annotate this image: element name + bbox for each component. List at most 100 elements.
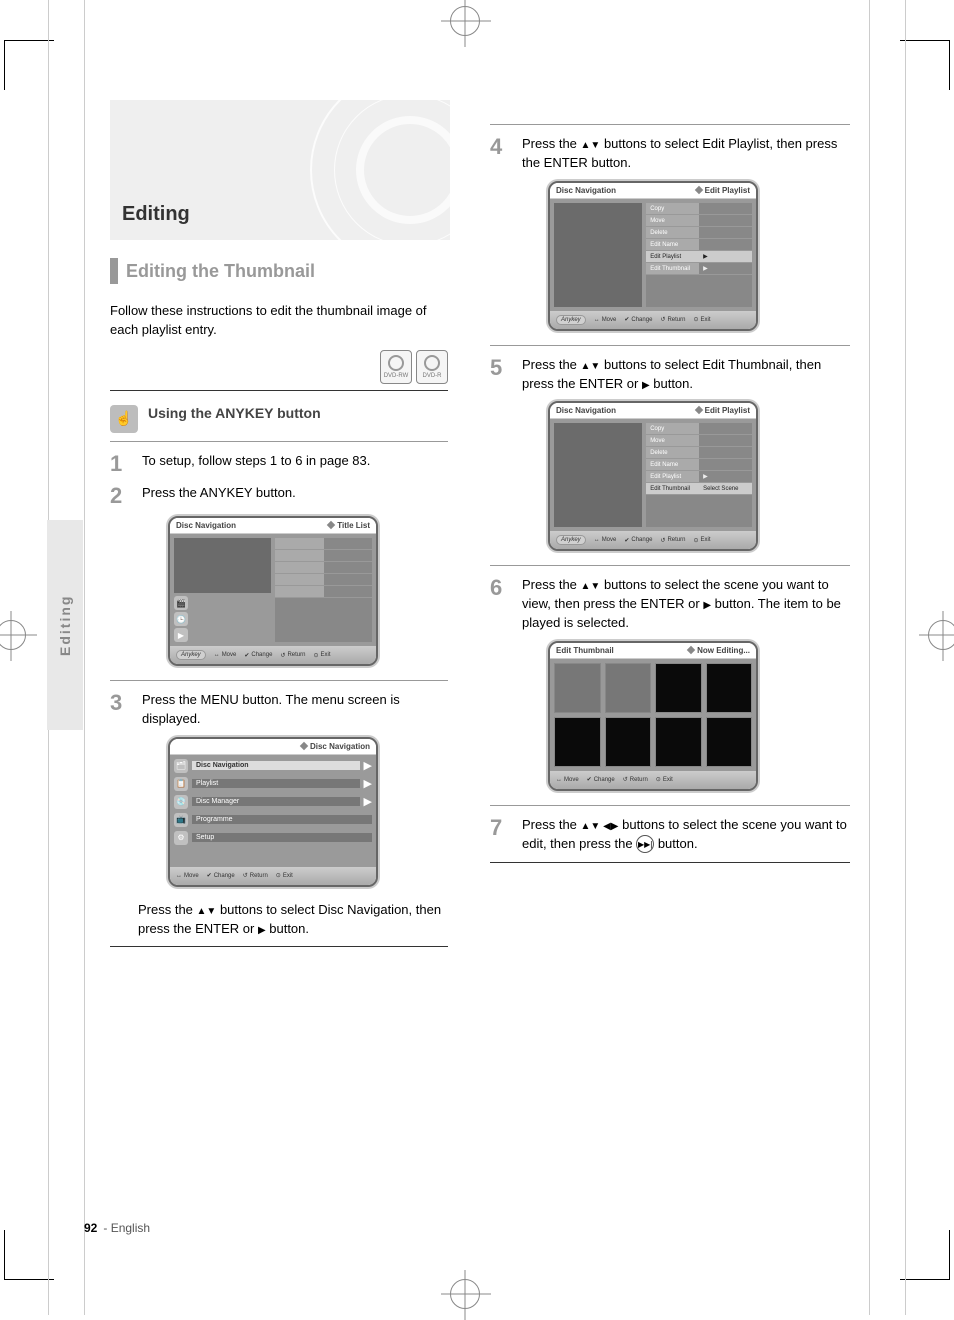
up-down-icon: ▲▼ [197, 906, 217, 917]
diamond-icon [327, 521, 335, 529]
step-number: 5 [490, 356, 512, 394]
scene-cell [655, 717, 702, 767]
up-down-icon: ▲▼ [581, 140, 601, 151]
step-text: Press the ▲▼ buttons to select the scene… [522, 576, 850, 633]
guide-line [84, 0, 85, 1315]
hand-touch-icon: ☝ [110, 405, 138, 433]
clip-icon: 🎬 [174, 596, 188, 610]
scene-cell [554, 717, 601, 767]
screenshot-scene-grid: Edit Thumbnail Now Editing... ↔ Move ✔ C… [548, 641, 758, 791]
screen-section: Now Editing... [697, 646, 750, 655]
screen-title: Disc Navigation [176, 521, 236, 530]
step-3b: Press the ▲▼ buttons to select Disc Navi… [138, 901, 448, 939]
left-column: Editing the Thumbnail Follow these instr… [110, 258, 448, 959]
rule [110, 946, 448, 947]
section-heading-text: Editing the Thumbnail [126, 261, 315, 282]
step-text: To setup, follow steps 1 to 6 in page 83… [142, 452, 448, 476]
disc-icon [310, 100, 450, 240]
diamond-icon [300, 742, 308, 750]
screen-button-bar: Anykey ↔ Move ✔ Change ↺ Return ⊙ Exit [550, 531, 756, 549]
step-text: Press the MENU button. The menu screen i… [142, 691, 448, 729]
up-down-left-right-icon: ▲▼ ◀▶ [581, 821, 619, 832]
screen-title: Disc Navigation [556, 186, 616, 195]
screen-button-bar: Anykey ↔ Move ✔ Change ↺ Return ⊙ Exit [550, 311, 756, 329]
scene-grid [550, 659, 756, 771]
screenshot-edit-thumbnail: Disc Navigation Edit Playlist Copy Move … [548, 401, 758, 551]
rule [490, 805, 850, 806]
intro-text: Follow these instructions to edit the th… [110, 302, 448, 340]
right-icon: ▶ [258, 925, 266, 936]
registration-mark-icon [928, 620, 954, 650]
list-panel: Copy Move Delete Edit Name Edit Playlist… [646, 203, 752, 307]
anykey-chip-icon: Anykey [556, 315, 586, 325]
right-icon: ▶ [642, 380, 650, 391]
diamond-icon [694, 406, 702, 414]
step-number: 4 [490, 135, 512, 173]
crop-mark [4, 40, 54, 90]
page-section: - English [103, 1221, 150, 1235]
screen-button-bar: Anykey ↔ Move ✔ Change ↺ Return ⊙ Exit [170, 646, 376, 664]
crop-mark [4, 1230, 54, 1280]
crop-mark [900, 40, 950, 90]
screen-section: Edit Playlist [705, 406, 750, 415]
list-panel: Copy Move Delete Edit Name Edit Playlist… [646, 423, 752, 527]
screen-button-bar: ↔ Move ✔ Change ↺ Return ⊙ Exit [550, 771, 756, 789]
rule [110, 680, 448, 681]
scene-cell [605, 717, 652, 767]
screenshot-edit-playlist: Disc Navigation Edit Playlist Copy Move … [548, 181, 758, 331]
screenshot-menu: Disc Navigation 🗂Disc Navigation▶ 📋Playl… [168, 737, 378, 887]
crop-mark [900, 1230, 950, 1280]
step-number: 2 [110, 484, 132, 508]
divider [110, 390, 448, 391]
step-6: 6 Press the ▲▼ buttons to select the sce… [490, 576, 850, 633]
step-text: Press the ▲▼ ◀▶ buttons to select the sc… [522, 816, 850, 854]
heading-bar-icon [110, 258, 118, 284]
playlist-icon: 📋 [174, 777, 188, 791]
clock-icon: 🕒 [174, 612, 188, 626]
scene-cell [706, 663, 753, 713]
guide-line [869, 0, 870, 1315]
step-text: Press the ▲▼ buttons to select Edit Play… [522, 135, 850, 173]
rule [490, 862, 850, 863]
rule [110, 441, 448, 442]
rule [490, 565, 850, 566]
screenshot-disc-nav: Disc Navigation Title List 🎬 🕒 ▶ Any [168, 516, 378, 666]
anykey-subheading: Using the ANYKEY button [148, 405, 448, 421]
hero-banner: Editing [110, 100, 450, 240]
diamond-icon [687, 646, 695, 654]
step-1: 1 To setup, follow steps 1 to 6 in page … [110, 452, 448, 476]
right-column: 4 Press the ▲▼ buttons to select Edit Pl… [490, 116, 850, 875]
hero-title: Editing [122, 203, 190, 226]
anykey-chip-icon: Anykey [556, 535, 586, 545]
step-number: 1 [110, 452, 132, 476]
scene-cell [605, 663, 652, 713]
diamond-icon [694, 185, 702, 193]
rule [490, 124, 850, 125]
guide-line [905, 0, 906, 1315]
rule [490, 345, 850, 346]
screen-title: Disc Navigation [556, 406, 616, 415]
screen-section: Disc Navigation [310, 742, 370, 751]
page-footer: 92 - English [84, 1221, 150, 1235]
right-icon: ▶ [703, 600, 711, 611]
registration-mark-icon [450, 6, 480, 36]
page-number: 92 [84, 1221, 97, 1235]
step-number: 3 [110, 691, 132, 729]
nav-icon: 🗂 [174, 759, 188, 773]
dvd-r-icon: DVD-R [416, 350, 448, 384]
scene-cell [706, 717, 753, 767]
side-tab-label: Editing [47, 520, 83, 730]
step-text: Press the ▲▼ buttons to select Disc Navi… [138, 901, 448, 939]
screen-button-bar: ↔ Move ✔ Change ↺ Return ⊙ Exit [170, 867, 376, 885]
step-4: 4 Press the ▲▼ buttons to select Edit Pl… [490, 135, 850, 173]
disc-badge-row: DVD-RW DVD-R [110, 350, 448, 384]
step-number: 6 [490, 576, 512, 633]
registration-mark-icon [0, 620, 26, 650]
scene-cell [554, 663, 601, 713]
step-3: 3 Press the MENU button. The menu screen… [110, 691, 448, 729]
list-panel [275, 538, 372, 642]
up-down-icon: ▲▼ [581, 361, 601, 372]
step-number: 7 [490, 816, 512, 854]
screen-section: Title List [337, 521, 370, 530]
thumbnail-preview [554, 203, 642, 307]
